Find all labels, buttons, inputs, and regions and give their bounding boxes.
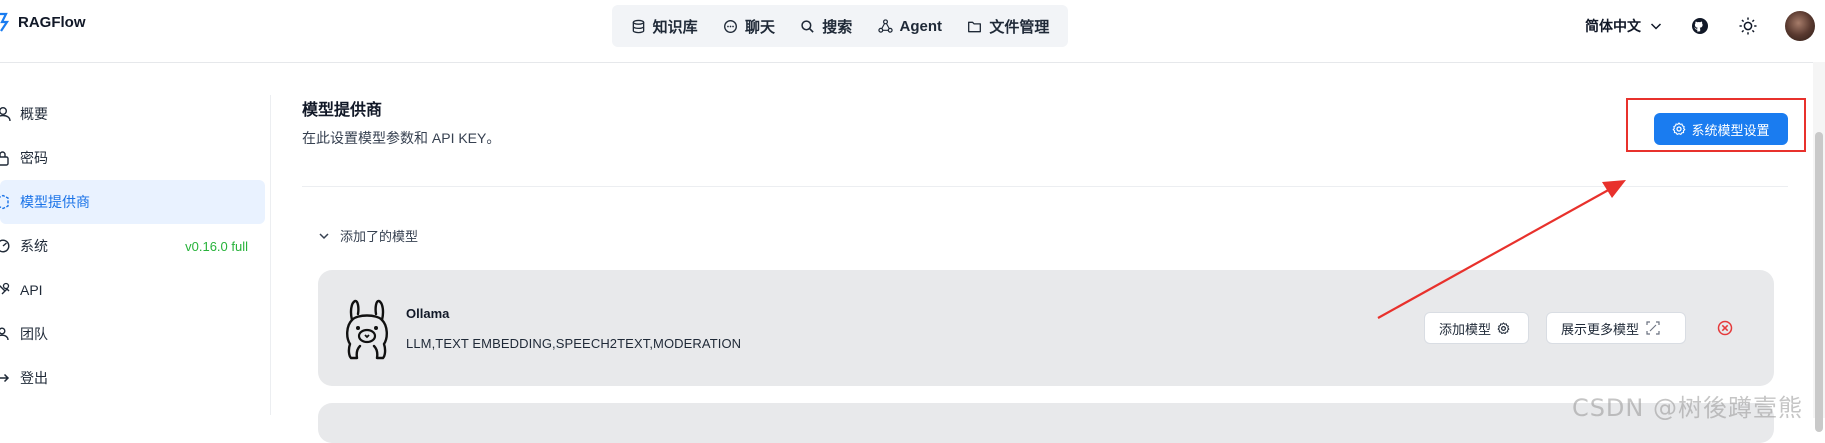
- gauge-icon: [0, 239, 10, 253]
- add-model-button[interactable]: 添加模型: [1424, 312, 1529, 344]
- sidebar-item-label: API: [20, 282, 43, 298]
- chevron-down-icon: [319, 232, 329, 239]
- scrollbar[interactable]: [1813, 62, 1825, 432]
- logout-icon: [0, 373, 10, 383]
- sidebar-item-label: 系统: [20, 238, 48, 254]
- remove-provider-icon[interactable]: [1716, 319, 1734, 337]
- sidebar-item-model-providers[interactable]: 模型提供商: [0, 180, 265, 224]
- nav-label: 搜索: [822, 18, 853, 36]
- show-more-models-button[interactable]: 展示更多模型: [1546, 312, 1686, 344]
- user-icon: [0, 107, 11, 122]
- sidebar-item-team[interactable]: 团队: [0, 312, 270, 356]
- ollama-logo-icon: [346, 299, 388, 360]
- show-more-models-label: 展示更多模型: [1561, 321, 1640, 337]
- language-label: 简体中文: [1585, 18, 1641, 34]
- folder-icon: [968, 21, 982, 32]
- ragflow-logo-icon: [0, 12, 10, 32]
- nav-knowledge-base[interactable]: 知识库: [631, 16, 698, 37]
- version-badge: v0.16.0 full: [185, 238, 248, 254]
- sidebar-item-label: 登出: [20, 370, 48, 386]
- sidebar-item-api[interactable]: API: [0, 268, 270, 312]
- api-icon: [0, 282, 10, 295]
- nav-agent[interactable]: Agent: [877, 17, 943, 35]
- sidebar-item-password[interactable]: 密码: [0, 136, 270, 180]
- main-nav: 知识库 聊天 搜索 Agent 文件管理: [612, 5, 1068, 47]
- sidebar-item-label: 模型提供商: [20, 194, 90, 210]
- provider-tags: LLM,TEXT EMBEDDING,SPEECH2TEXT,MODERATIO…: [406, 336, 742, 351]
- database-icon: [632, 19, 644, 33]
- brand-name: RAGFlow: [18, 13, 86, 31]
- lock-icon: [0, 151, 9, 166]
- added-models-label: 添加了的模型: [340, 229, 419, 244]
- box-icon: [0, 194, 9, 210]
- sidebar-item-system[interactable]: 系统 v0.16.0 full: [0, 224, 270, 268]
- sidebar-item-profile[interactable]: 概要: [0, 92, 270, 136]
- sidebar-divider: [270, 95, 271, 415]
- language-selector[interactable]: 简体中文: [1585, 16, 1663, 36]
- scrollbar-thumb[interactable]: [1815, 132, 1823, 432]
- nav-label: 知识库: [652, 18, 698, 36]
- sidebar-item-label: 团队: [20, 326, 48, 342]
- header-tools: 简体中文: [1585, 10, 1825, 42]
- nav-label: Agent: [899, 17, 943, 35]
- page-title: 模型提供商: [302, 102, 383, 119]
- settings-gear-icon: [1497, 321, 1510, 334]
- sidebar-item-label: 密码: [20, 150, 48, 166]
- sidebar-item-label: 概要: [20, 106, 48, 122]
- section-divider: [302, 186, 1788, 187]
- nav-file-management[interactable]: 文件管理: [967, 16, 1049, 37]
- team-icon: [0, 327, 9, 341]
- provider-card-next: [318, 403, 1774, 443]
- sun-icon[interactable]: [1737, 15, 1759, 37]
- added-models-toggle[interactable]: 添加了的模型: [318, 226, 418, 245]
- page-subtitle: 在此设置模型参数和 API KEY。: [302, 130, 501, 146]
- agent-graph-icon: [877, 18, 893, 33]
- chat-bubble-icon: [723, 19, 737, 33]
- nav-chat[interactable]: 聊天: [723, 16, 775, 37]
- github-icon[interactable]: [1689, 15, 1711, 37]
- add-model-label: 添加模型: [1439, 321, 1492, 337]
- annotation-highlight-box: [1626, 98, 1806, 152]
- chevron-down-icon: [1650, 23, 1662, 30]
- nav-label: 聊天: [744, 18, 775, 36]
- brand[interactable]: RAGFlow: [0, 0, 86, 44]
- sidebar-item-logout[interactable]: 登出: [0, 356, 270, 400]
- avatar[interactable]: [1785, 11, 1815, 41]
- nav-label: 文件管理: [989, 18, 1050, 36]
- search-icon: [801, 19, 814, 33]
- settings-sidebar: 概要 密码 模型提供商 系统 v0.16.0 full API 团队 登出: [0, 92, 270, 400]
- provider-name: Ollama: [406, 306, 450, 321]
- expand-icon: [1646, 321, 1660, 335]
- top-header: RAGFlow 知识库 聊天 搜索 Agent 文件管理 简体中文: [0, 0, 1825, 63]
- provider-card-ollama: Ollama LLM,TEXT EMBEDDING,SPEECH2TEXT,MO…: [318, 270, 1774, 386]
- nav-search[interactable]: 搜索: [800, 16, 852, 37]
